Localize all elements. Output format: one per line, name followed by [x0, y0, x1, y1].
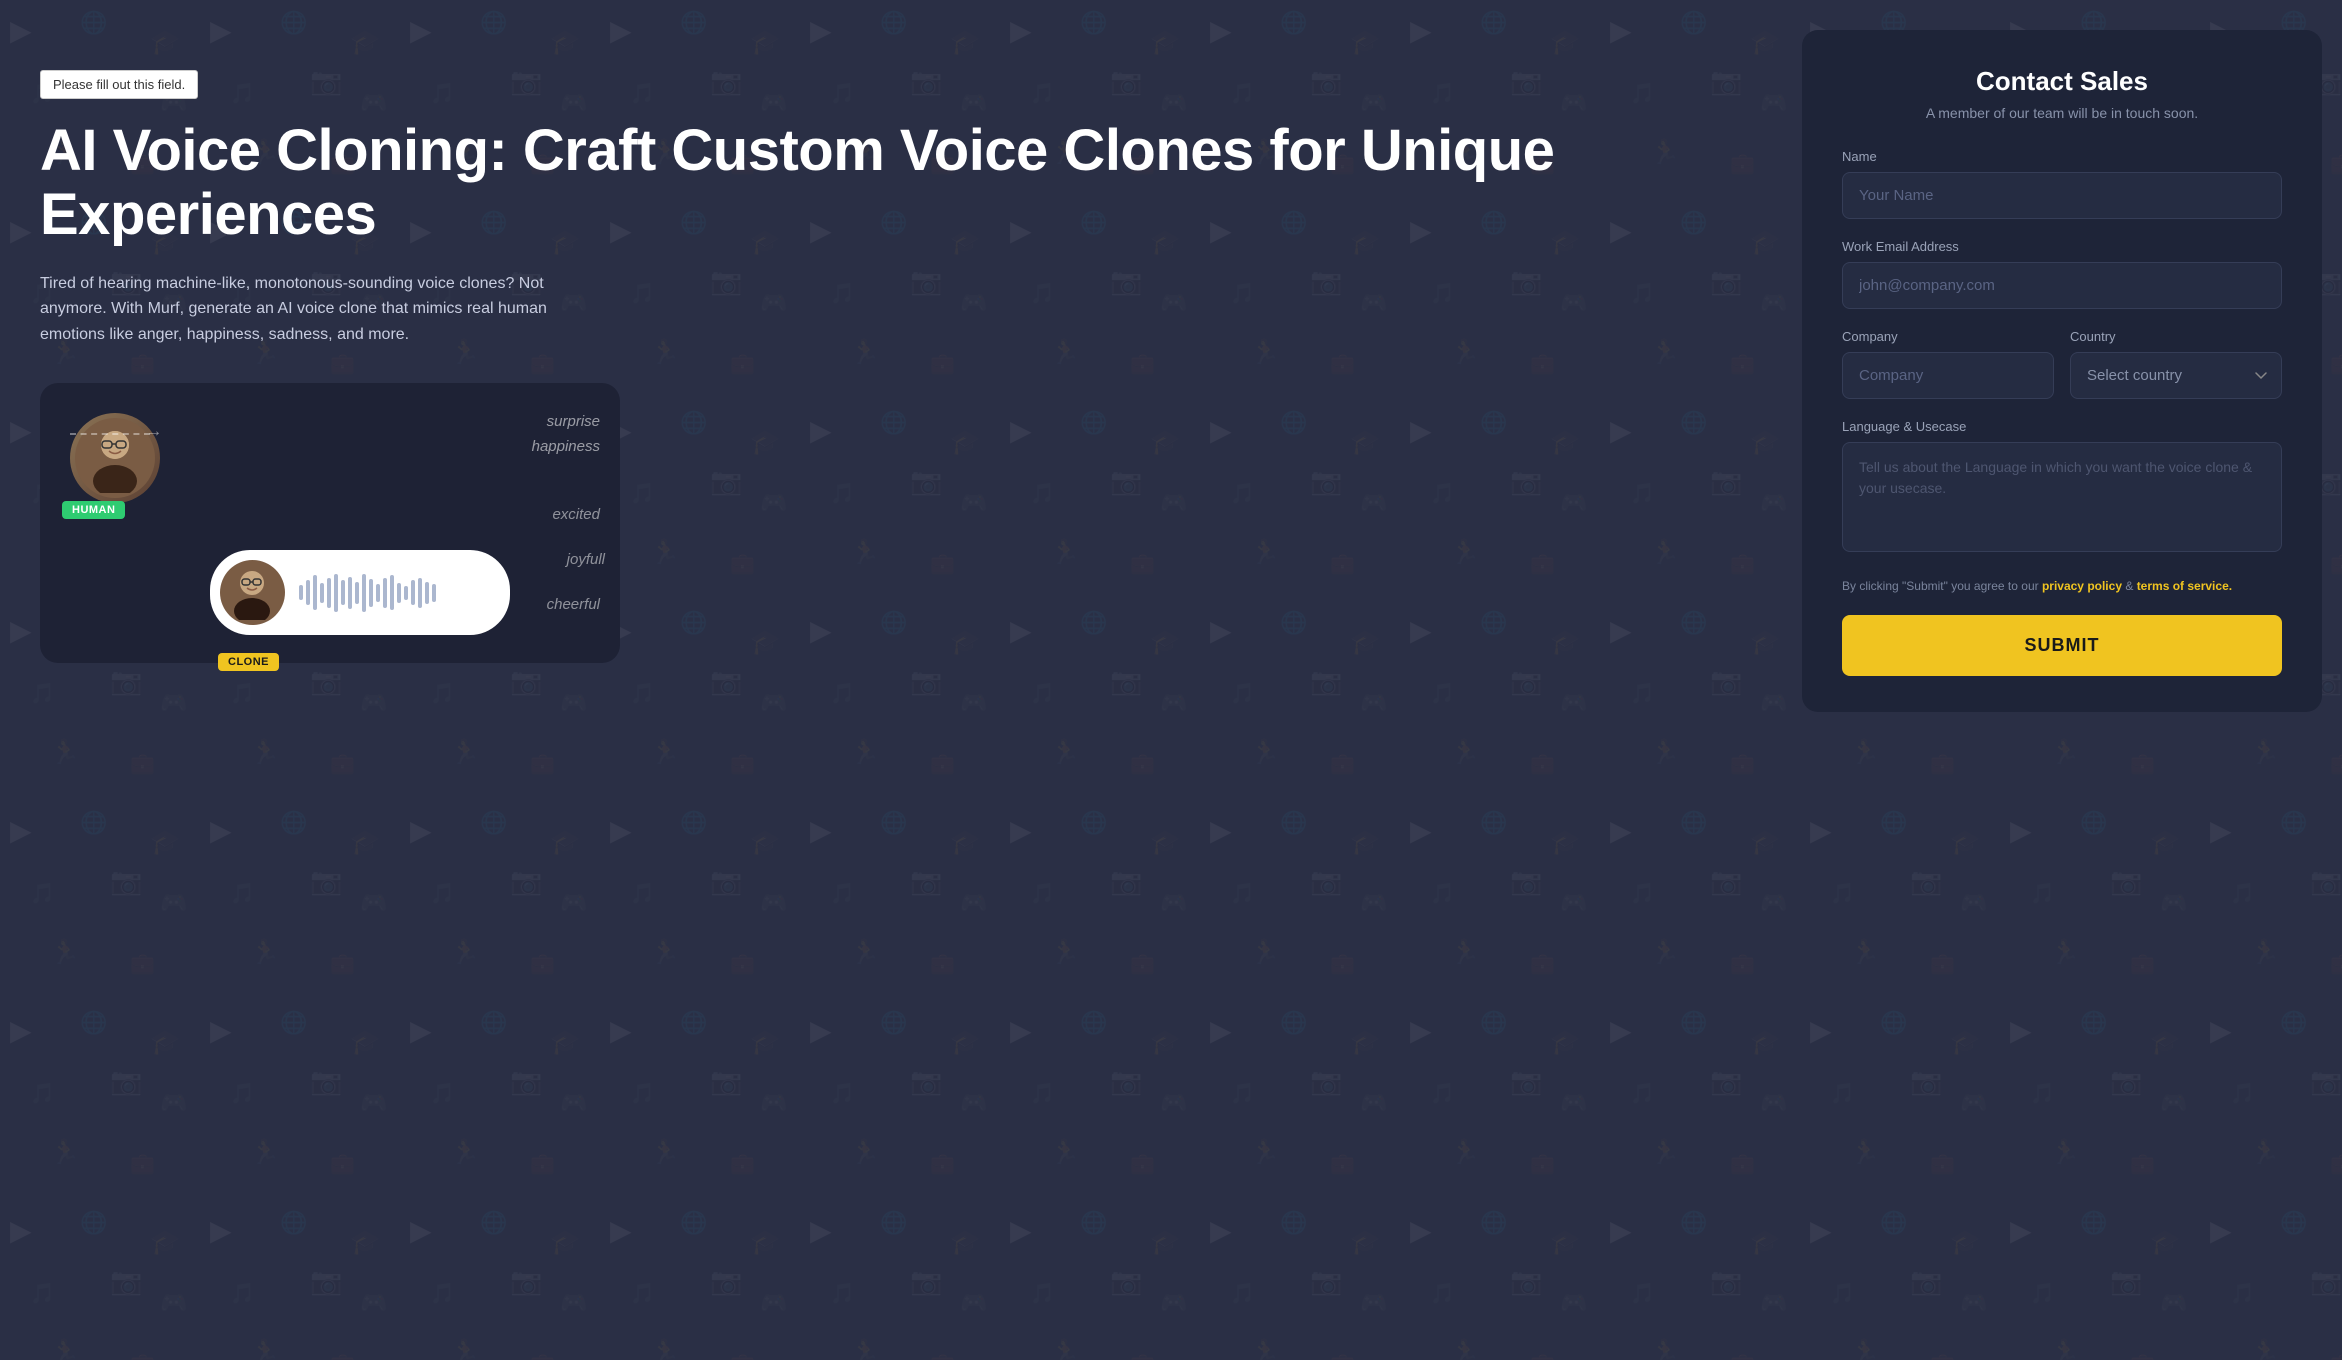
company-field-group: Company [1842, 329, 2054, 399]
company-label: Company [1842, 329, 2054, 344]
name-field-group: Name [1842, 149, 2282, 219]
email-field-group: Work Email Address [1842, 239, 2282, 309]
language-field-group: Language & Usecase [1842, 419, 2282, 557]
clone-avatar [220, 560, 285, 625]
contact-form-panel: Contact Sales A member of our team will … [1802, 30, 2322, 712]
waveform [299, 573, 436, 613]
human-label: HUMAN [62, 501, 125, 519]
country-field-group: Country Select country United States Uni… [2070, 329, 2282, 399]
clone-card [210, 550, 510, 635]
country-select[interactable]: Select country United States United King… [2070, 352, 2282, 399]
form-footer-text: By clicking "Submit" you agree to our pr… [1842, 577, 2282, 595]
main-heading: AI Voice Cloning: Craft Custom Voice Clo… [40, 119, 1742, 247]
name-input[interactable] [1842, 172, 2282, 219]
form-subtitle: A member of our team will be in touch so… [1842, 105, 2282, 121]
emotion-cheerful: cheerful [547, 596, 600, 613]
country-label: Country [2070, 329, 2282, 344]
sub-text: Tired of hearing machine-like, monotonou… [40, 271, 600, 348]
emotion-happiness: happiness [532, 438, 600, 455]
email-input[interactable] [1842, 262, 2282, 309]
name-label: Name [1842, 149, 2282, 164]
emotion-words: surprise happiness [532, 413, 600, 463]
language-label: Language & Usecase [1842, 419, 2282, 434]
submit-button[interactable]: SUBMIT [1842, 615, 2282, 676]
content-area: Please fill out this field. AI Voice Clo… [0, 0, 2342, 1360]
emotion-joyfull: joyfull [567, 551, 605, 568]
privacy-policy-link[interactable]: privacy policy [2042, 579, 2122, 593]
emotion-surprise: surprise [532, 413, 600, 430]
email-label: Work Email Address [1842, 239, 2282, 254]
clone-arrow [70, 433, 150, 435]
language-textarea[interactable] [1842, 442, 2282, 552]
clone-label: CLONE [218, 653, 279, 671]
company-country-row: Company Country Select country United St… [1842, 329, 2282, 399]
tooltip-text: Please fill out this field. [53, 77, 185, 92]
tos-link[interactable]: terms of service. [2137, 579, 2232, 593]
footer-and: & [2125, 579, 2136, 593]
company-input[interactable] [1842, 352, 2054, 399]
emotion-excited: excited [552, 506, 600, 523]
form-title: Contact Sales [1842, 66, 2282, 97]
tooltip-box: Please fill out this field. [40, 70, 198, 99]
human-avatar-face [75, 418, 155, 498]
footer-prefix: By clicking "Submit" you agree to our [1842, 579, 2042, 593]
left-panel: Please fill out this field. AI Voice Clo… [40, 30, 1772, 663]
page-wrapper: Please fill out this field. AI Voice Clo… [0, 0, 2342, 1360]
demo-card: HUMAN surprise happiness [40, 383, 620, 663]
